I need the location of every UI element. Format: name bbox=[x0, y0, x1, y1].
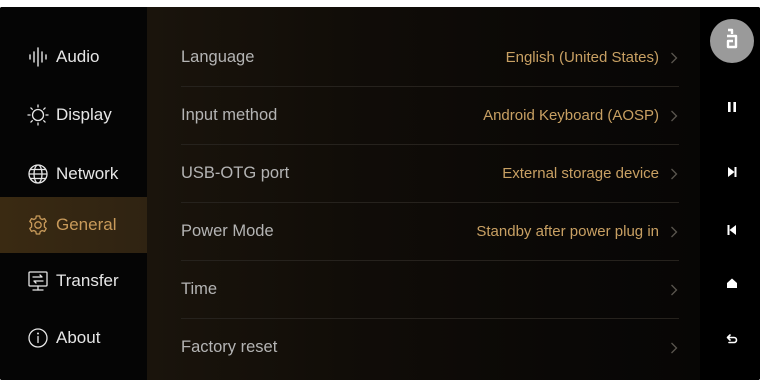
chevron-right-icon bbox=[669, 283, 679, 297]
avatar-icon bbox=[722, 28, 742, 55]
setting-value: Standby after power plug in bbox=[476, 223, 659, 240]
sidebar-item-label: Transfer bbox=[56, 271, 119, 290]
setting-label: Factory reset bbox=[181, 338, 278, 356]
sidebar-item-label: About bbox=[56, 328, 101, 347]
globe-icon bbox=[27, 163, 49, 185]
setting-value: External storage device bbox=[502, 165, 659, 182]
chevron-right-icon bbox=[669, 109, 679, 123]
setting-row-language[interactable]: Language English (United States) bbox=[181, 29, 679, 86]
previous-track-button[interactable] bbox=[720, 220, 744, 244]
setting-label: Time bbox=[181, 280, 218, 298]
sidebar-item-general[interactable]: General bbox=[0, 197, 147, 253]
sidebar-item-label: Display bbox=[56, 105, 112, 124]
sidebar-item-transfer[interactable]: Transfer bbox=[0, 253, 147, 309]
setting-row-usb-otg-port[interactable]: USB-OTG port External storage device bbox=[181, 145, 679, 202]
previous-track-icon bbox=[726, 223, 738, 241]
chevron-right-icon bbox=[669, 225, 679, 239]
sidebar-item-label: General bbox=[56, 215, 117, 234]
next-track-button[interactable] bbox=[720, 162, 744, 186]
pause-button[interactable] bbox=[720, 97, 744, 121]
sun-icon bbox=[27, 104, 49, 126]
back-button[interactable] bbox=[720, 329, 744, 353]
sidebar-item-display[interactable]: Display bbox=[0, 87, 147, 143]
gear-icon bbox=[27, 214, 49, 236]
setting-row-power-mode[interactable]: Power Mode Standby after power plug in bbox=[181, 203, 679, 260]
audio-waveform-icon bbox=[27, 46, 49, 68]
sidebar-item-label: Audio bbox=[56, 47, 100, 66]
pause-icon bbox=[726, 100, 738, 118]
setting-value: English (United States) bbox=[505, 49, 659, 66]
sidebar-item-network[interactable]: Network bbox=[0, 146, 147, 202]
home-button[interactable] bbox=[720, 273, 744, 297]
chevron-right-icon bbox=[669, 341, 679, 355]
chevron-right-icon bbox=[669, 51, 679, 65]
playback-control-bar bbox=[700, 7, 760, 380]
avatar[interactable] bbox=[710, 19, 754, 63]
setting-row-input-method[interactable]: Input method Android Keyboard (AOSP) bbox=[181, 87, 679, 144]
setting-row-factory-reset[interactable]: Factory reset bbox=[181, 319, 679, 376]
info-icon bbox=[27, 327, 49, 349]
sidebar-item-audio[interactable]: Audio bbox=[0, 29, 147, 85]
setting-row-time[interactable]: Time bbox=[181, 261, 679, 318]
setting-label: Input method bbox=[181, 106, 278, 124]
transfer-icon bbox=[27, 270, 49, 292]
next-track-icon bbox=[726, 165, 738, 183]
back-icon bbox=[726, 332, 738, 350]
setting-value: Android Keyboard (AOSP) bbox=[483, 107, 659, 124]
general-settings-panel: Language English (United States) Input m… bbox=[147, 7, 700, 380]
chevron-right-icon bbox=[669, 167, 679, 181]
sidebar-item-label: Network bbox=[56, 164, 119, 183]
setting-label: Language bbox=[181, 48, 255, 66]
setting-label: Power Mode bbox=[181, 222, 274, 240]
setting-label: USB-OTG port bbox=[181, 164, 290, 182]
sidebar-item-about[interactable]: About bbox=[0, 310, 147, 366]
device-screen: Audio Display Network General Transfer A… bbox=[0, 7, 760, 380]
sidebar: Audio Display Network General Transfer A… bbox=[0, 7, 147, 380]
home-icon bbox=[726, 276, 738, 294]
